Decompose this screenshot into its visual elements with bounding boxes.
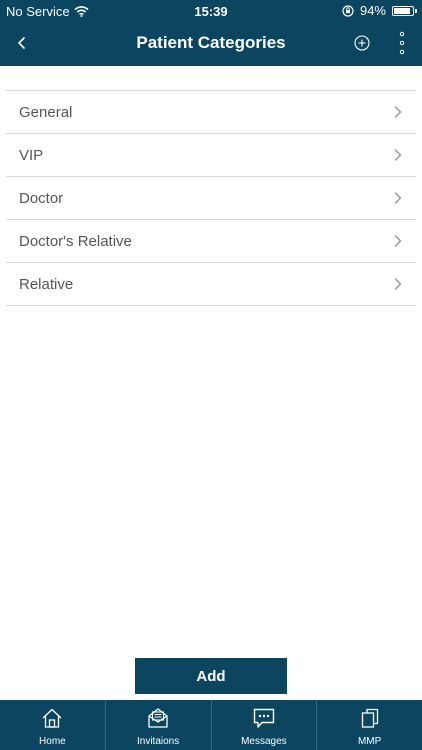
home-icon: [42, 708, 62, 728]
message-bubble-icon: [253, 708, 275, 728]
chevron-right-icon: [394, 192, 402, 204]
category-item-doctor[interactable]: Doctor: [6, 177, 416, 220]
tab-messages[interactable]: Messages: [212, 700, 318, 750]
chevron-right-icon: [394, 278, 402, 290]
category-label: Doctor: [19, 189, 64, 207]
category-label: Doctor's Relative: [19, 232, 132, 250]
category-item-general[interactable]: General: [6, 91, 416, 134]
more-vertical-icon[interactable]: [398, 31, 406, 55]
nav-bar: Patient Categories: [0, 22, 422, 66]
tab-invitations[interactable]: Invitaions: [106, 700, 212, 750]
category-label: General: [19, 103, 73, 121]
tab-label: Messages: [241, 736, 287, 747]
document-icon: [361, 708, 378, 728]
battery-percent: 94%: [359, 3, 386, 18]
tab-label: MMP: [357, 736, 382, 747]
status-right: 94%: [342, 3, 417, 18]
invitation-envelope-icon: [148, 708, 168, 728]
top-bar: No Service 15:39 94% Patient Categories: [0, 0, 422, 66]
battery-fill: [394, 7, 410, 14]
category-item-relative[interactable]: Relative: [6, 263, 416, 306]
chevron-right-icon: [394, 149, 402, 161]
chevron-right-icon: [394, 106, 402, 118]
tab-label: Home: [39, 736, 66, 747]
tab-mmp[interactable]: MMP: [317, 700, 422, 750]
category-list: General VIP Doctor Doctor's Relative Rel…: [6, 90, 416, 306]
category-label: Relative: [19, 275, 74, 293]
category-label: VIP: [19, 146, 44, 164]
tab-home[interactable]: Home: [0, 700, 106, 750]
category-item-doctors-relative[interactable]: Doctor's Relative: [6, 220, 416, 263]
chevron-right-icon: [394, 235, 402, 247]
add-circle-icon[interactable]: [354, 35, 370, 51]
status-bar: No Service 15:39 94%: [0, 0, 422, 22]
tab-label: Invitaions: [137, 736, 180, 747]
add-button[interactable]: Add: [135, 658, 287, 694]
tab-bar: Home Invitaions Messages MMP: [0, 700, 422, 750]
category-item-vip[interactable]: VIP: [6, 134, 416, 177]
battery-icon: [392, 5, 417, 16]
orientation-lock-icon: [342, 4, 354, 17]
